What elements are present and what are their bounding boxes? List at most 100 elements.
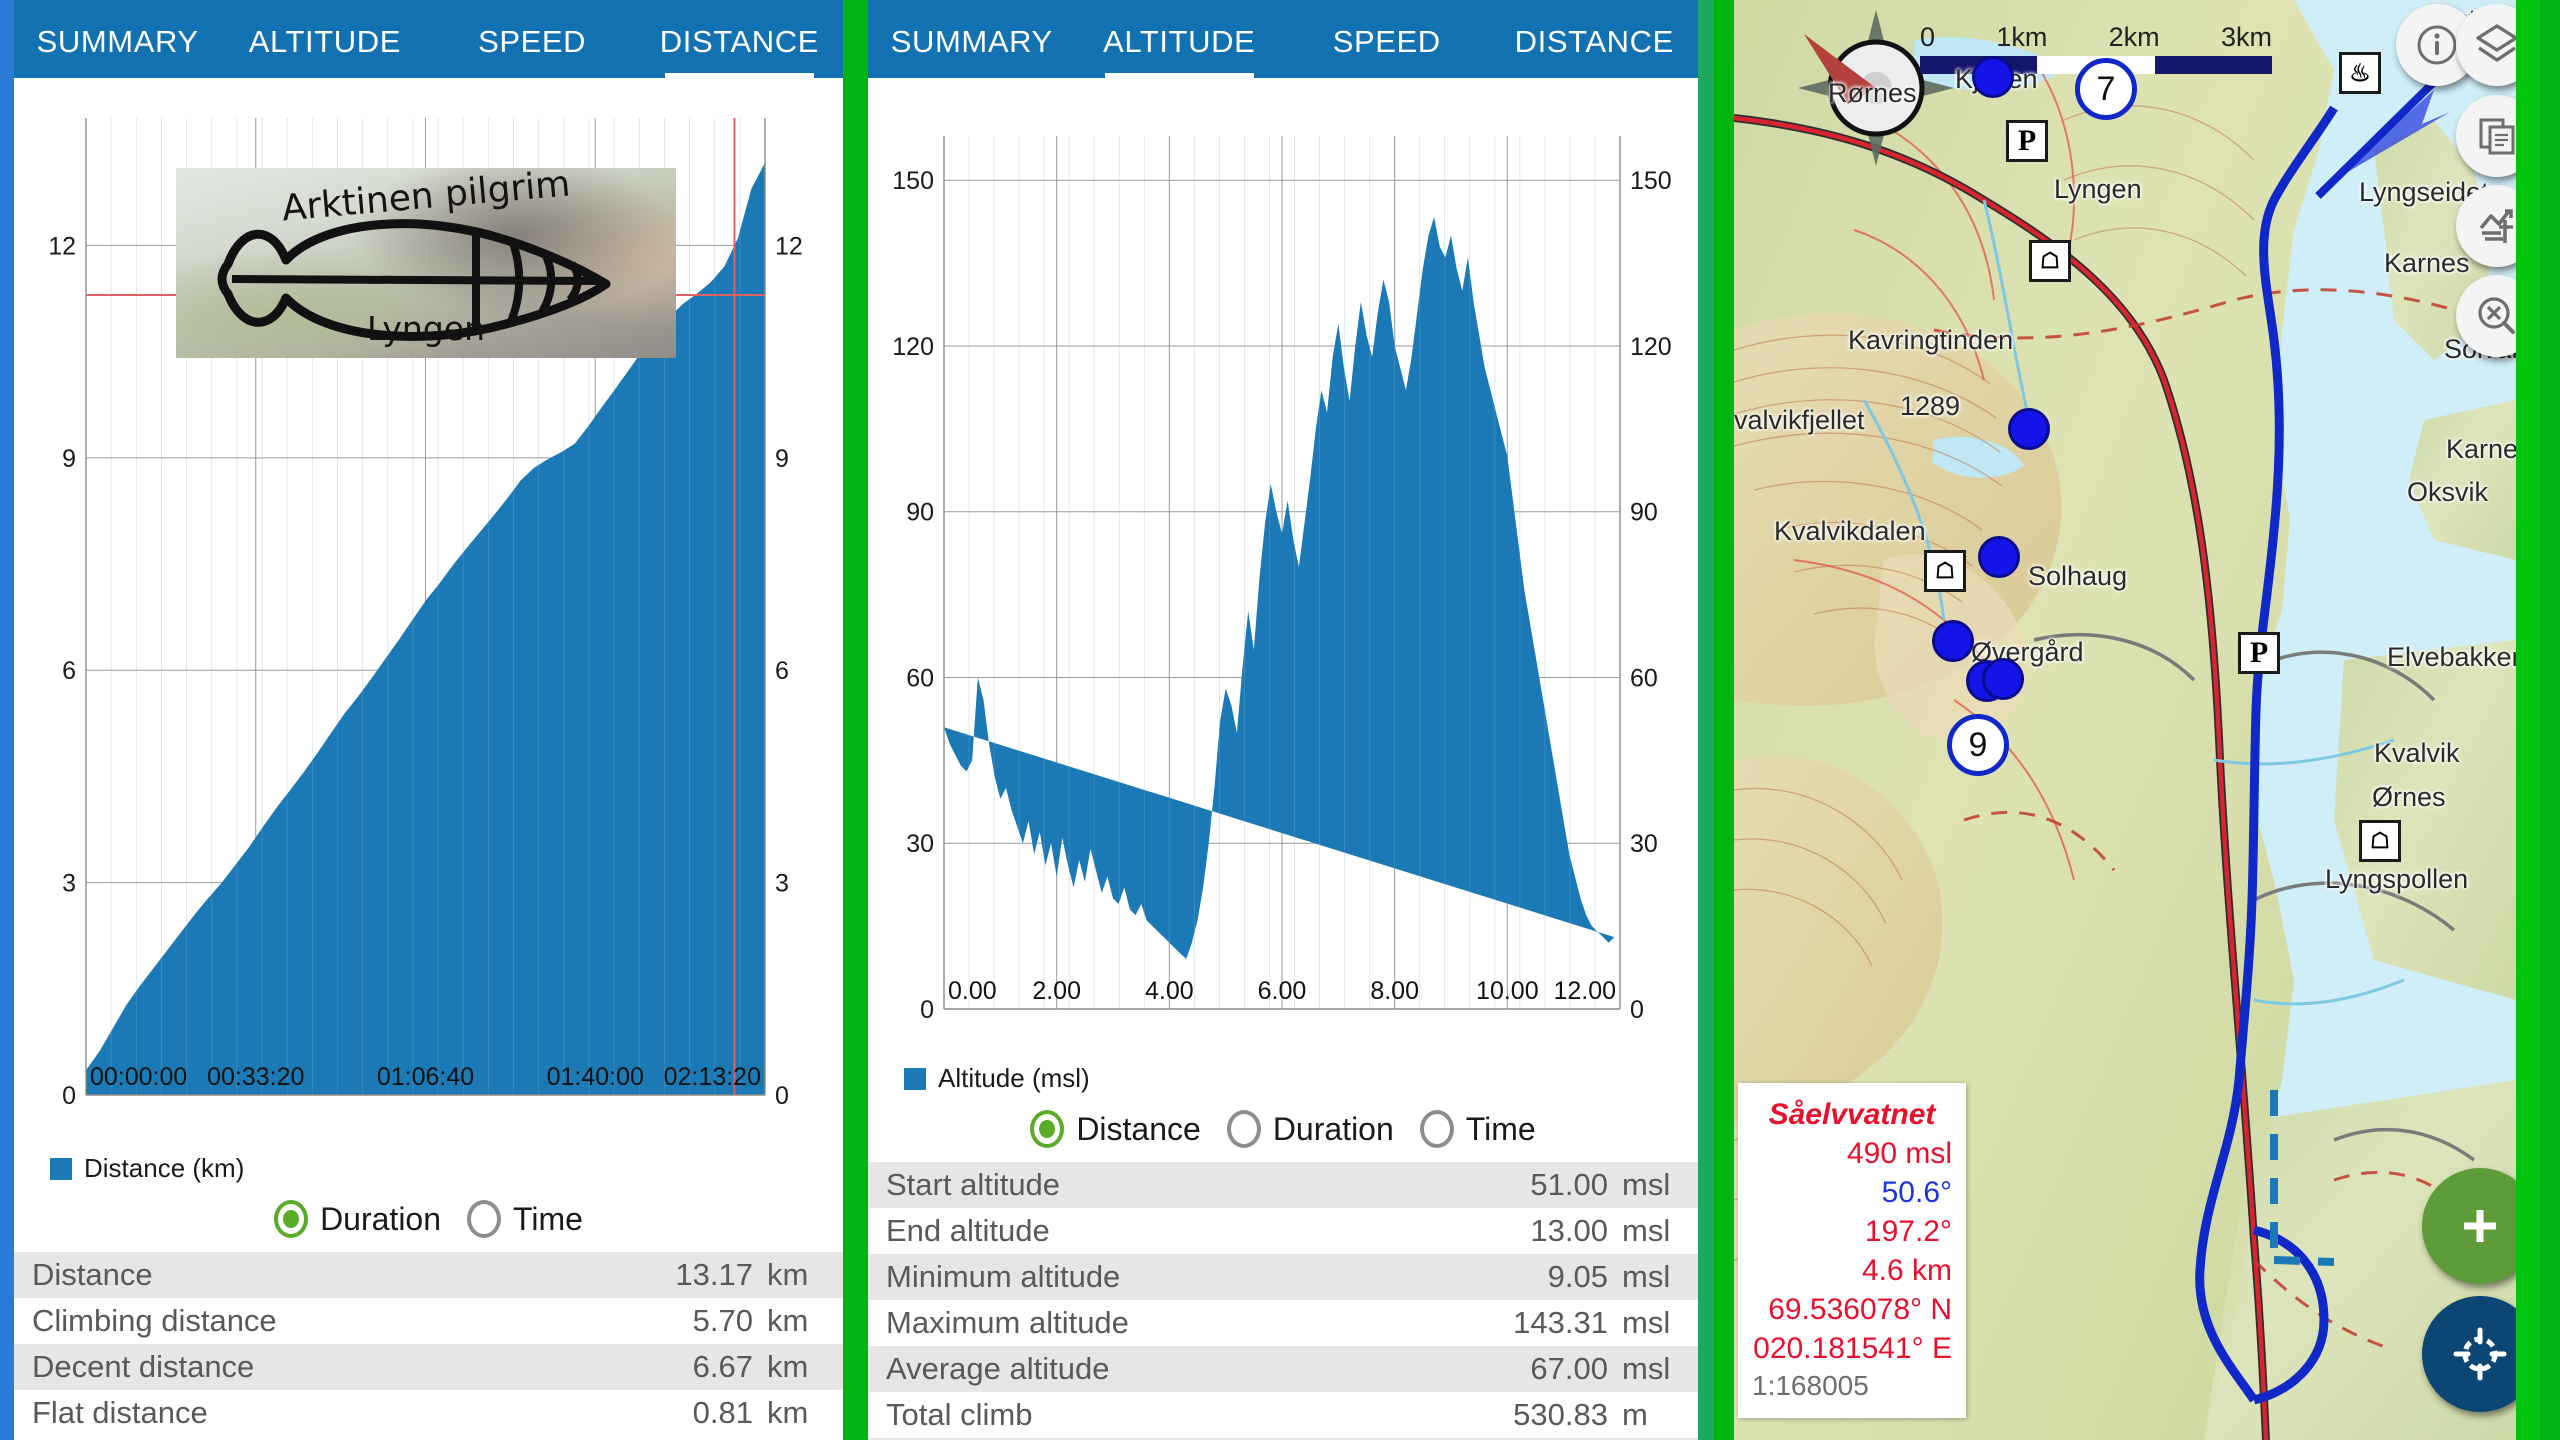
svg-text:02:13:20: 02:13:20 bbox=[664, 1063, 761, 1091]
radio-duration-label: Duration bbox=[1272, 1110, 1394, 1147]
svg-text:6: 6 bbox=[775, 657, 789, 685]
stats-value: 67.00 bbox=[1530, 1351, 1608, 1386]
stats-key: Distance bbox=[32, 1257, 153, 1292]
svg-text:60: 60 bbox=[1630, 664, 1658, 692]
stats-unit: msl bbox=[1622, 1213, 1671, 1248]
svg-text:01:06:40: 01:06:40 bbox=[377, 1063, 474, 1091]
stats-row: Flat distance 0.81 km bbox=[14, 1390, 843, 1436]
altitude-chart[interactable]: 0 0 30 30 60 60 90 90 120 120 150 150 0.00 2.00 4.00 6.… bbox=[868, 78, 1698, 1053]
stats-unit: msl bbox=[1622, 1259, 1671, 1294]
stats-key: Start altitude bbox=[886, 1167, 1061, 1202]
stats-row: Start altitude 51.00 msl bbox=[868, 1162, 1698, 1208]
stats-key: Decent distance bbox=[32, 1349, 255, 1384]
legend-swatch-icon bbox=[50, 1157, 72, 1180]
stats-row: End altitude 13.00 msl bbox=[868, 1208, 1698, 1254]
track-point-marker[interactable] bbox=[1972, 56, 2014, 98]
tab-summary[interactable]: SUMMARY bbox=[868, 24, 1076, 78]
tab-altitude[interactable]: ALTITUDE bbox=[221, 24, 428, 78]
tab-distance[interactable]: DISTANCE bbox=[636, 24, 843, 78]
stats-value: 6.67 bbox=[692, 1349, 753, 1384]
logo-text-bottom: Lyngen bbox=[367, 309, 485, 348]
stats-unit: km bbox=[767, 1257, 809, 1292]
radio-duration-icon[interactable] bbox=[274, 1200, 309, 1238]
stats-row: Climbing distance 5.70 km bbox=[14, 1298, 843, 1344]
stats-row: Distance 13.17 km bbox=[14, 1252, 843, 1298]
stats-value: 143.31 bbox=[1513, 1305, 1608, 1340]
stats-row: Decent distance 6.67 km bbox=[14, 1344, 843, 1390]
radio-duration[interactable]: Duration bbox=[274, 1200, 441, 1238]
stats-value: 530.83 bbox=[1513, 1397, 1608, 1432]
track-point-marker[interactable] bbox=[1932, 620, 1974, 662]
waypoint-marker-7[interactable]: 7 bbox=[2075, 58, 2137, 120]
tabbar-distance: SUMMARY ALTITUDE SPEED DISTANCE bbox=[14, 0, 843, 78]
distance-chart[interactable]: 0 0 3 3 6 6 9 9 12 12 00:00:00 00:33:20 01:06:40 01:4… bbox=[14, 78, 843, 1143]
stats-value: 0.81 bbox=[692, 1395, 753, 1430]
map-info-card: Såelvvatnet 490 msl 50.6° 197.2° 4.6 km … bbox=[1738, 1082, 1966, 1418]
tab-speed[interactable]: SPEED bbox=[1283, 24, 1491, 78]
radio-duration-icon[interactable] bbox=[1226, 1110, 1261, 1148]
stats-key: Flat distance bbox=[32, 1395, 208, 1430]
svg-text:00:33:20: 00:33:20 bbox=[207, 1063, 304, 1091]
altitude-xaxis-radio-group: Distance Duration Time bbox=[868, 1094, 1698, 1162]
svg-text:90: 90 bbox=[1630, 499, 1658, 527]
svg-text:0: 0 bbox=[775, 1082, 789, 1110]
stats-key: Climbing distance bbox=[32, 1303, 277, 1338]
stats-value: 51.00 bbox=[1530, 1167, 1608, 1202]
route-profile-icon bbox=[2479, 209, 2513, 243]
radio-duration[interactable]: Duration bbox=[1226, 1110, 1394, 1148]
track-point-marker[interactable] bbox=[2008, 408, 2050, 450]
stats-unit: msl bbox=[1622, 1351, 1671, 1386]
tab-speed[interactable]: SPEED bbox=[429, 24, 636, 78]
info-longitude: 020.181541° E bbox=[1753, 1331, 1952, 1365]
scale-tick: 2km bbox=[2108, 22, 2160, 52]
stats-unit: km bbox=[767, 1349, 809, 1384]
svg-text:12: 12 bbox=[775, 232, 803, 260]
waypoint-marker-9[interactable]: 9 bbox=[1947, 714, 2009, 776]
radio-time[interactable]: Time bbox=[467, 1200, 583, 1238]
radio-time-icon[interactable] bbox=[467, 1200, 502, 1238]
stats-key: Average altitude bbox=[886, 1351, 1110, 1386]
stats-value: 13.17 bbox=[675, 1257, 753, 1292]
svg-text:12.00: 12.00 bbox=[1553, 977, 1616, 1005]
legend-label: Distance (km) bbox=[84, 1153, 245, 1183]
altitude-legend: Altitude (msl) bbox=[868, 1053, 1698, 1094]
plus-icon bbox=[2464, 1210, 2496, 1242]
stats-row: Maximum altitude 143.31 msl bbox=[868, 1300, 1698, 1346]
track-point-marker[interactable] bbox=[1978, 536, 2020, 578]
map-canvas[interactable]: 01km2km3km RørnesKjosenRottenvikaLyngenL… bbox=[1734, 0, 2516, 1440]
svg-text:01:40:00: 01:40:00 bbox=[547, 1063, 644, 1091]
stats-value: 9.05 bbox=[1547, 1259, 1608, 1294]
radio-distance-label: Distance bbox=[1076, 1110, 1201, 1147]
radio-time[interactable]: Time bbox=[1419, 1110, 1536, 1148]
track-point-marker[interactable] bbox=[1982, 658, 2024, 700]
svg-text:90: 90 bbox=[906, 499, 934, 527]
stats-value: 5.70 bbox=[692, 1303, 753, 1338]
legend-swatch-icon bbox=[904, 1067, 926, 1090]
parking-icon: P bbox=[2238, 632, 2280, 674]
tab-altitude[interactable]: ALTITUDE bbox=[1076, 24, 1284, 78]
radio-distance-icon[interactable] bbox=[1030, 1110, 1065, 1148]
svg-text:150: 150 bbox=[1630, 167, 1672, 195]
info-latitude: 69.536078° N bbox=[1768, 1292, 1952, 1326]
altitude-stats-table: Start altitude 51.00 msl End altitude 13.00 m… bbox=[868, 1162, 1698, 1440]
info-bearing-red: 197.2° bbox=[1864, 1214, 1952, 1248]
tab-summary[interactable]: SUMMARY bbox=[14, 24, 221, 78]
stats-key: Maximum altitude bbox=[886, 1305, 1129, 1340]
scale-tick: 0 bbox=[1920, 22, 1936, 52]
map-panel[interactable]: 01km2km3km RørnesKjosenRottenvikaLyngenL… bbox=[1734, 0, 2540, 1440]
radio-distance[interactable]: Distance bbox=[1030, 1110, 1201, 1148]
stats-key: Minimum altitude bbox=[886, 1259, 1121, 1294]
svg-text:30: 30 bbox=[906, 830, 934, 858]
building-icon: ☖ bbox=[2029, 240, 2071, 282]
svg-text:2.00: 2.00 bbox=[1032, 977, 1081, 1005]
scale-seg bbox=[2155, 56, 2272, 74]
stats-unit: m bbox=[1622, 1397, 1648, 1432]
tab-distance[interactable]: DISTANCE bbox=[1491, 24, 1699, 78]
svg-text:0: 0 bbox=[62, 1082, 76, 1110]
stats-row: Minimum altitude 9.05 msl bbox=[868, 1254, 1698, 1300]
svg-text:00:00:00: 00:00:00 bbox=[90, 1063, 187, 1091]
radio-time-label: Time bbox=[513, 1200, 583, 1237]
campsite-icon: ♨ bbox=[2339, 52, 2381, 94]
scale-tick: 1km bbox=[1996, 22, 2048, 52]
radio-time-icon[interactable] bbox=[1419, 1110, 1454, 1148]
